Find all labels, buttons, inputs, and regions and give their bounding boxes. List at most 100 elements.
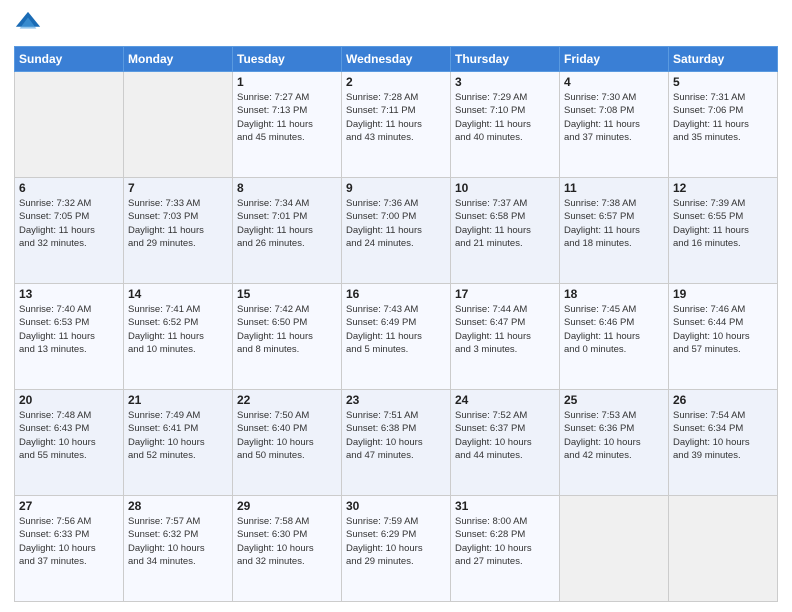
day-number: 16: [346, 287, 446, 301]
calendar-dow-tuesday: Tuesday: [233, 47, 342, 72]
day-info: Sunrise: 7:34 AMSunset: 7:01 PMDaylight:…: [237, 197, 337, 250]
calendar-cell: 16 Sunrise: 7:43 AMSunset: 6:49 PMDayligh…: [342, 284, 451, 390]
calendar-cell: 21 Sunrise: 7:49 AMSunset: 6:41 PMDayligh…: [124, 390, 233, 496]
logo-icon: [14, 10, 42, 38]
day-number: 2: [346, 75, 446, 89]
day-number: 5: [673, 75, 773, 89]
day-info: Sunrise: 7:57 AMSunset: 6:32 PMDaylight:…: [128, 515, 228, 568]
calendar-cell: 25Sunrise: 7:53 AMSunset: 6:36 PMDayligh…: [560, 390, 669, 496]
calendar-cell: 24 Sunrise: 7:52 AMSunset: 6:37 PMDayligh…: [451, 390, 560, 496]
calendar-cell: 22 Sunrise: 7:50 AMSunset: 6:40 PMDayligh…: [233, 390, 342, 496]
day-number: 20: [19, 393, 119, 407]
day-info: Sunrise: 7:45 AMSunset: 6:46 PMDaylight:…: [564, 303, 664, 356]
day-number: 28: [128, 499, 228, 513]
day-info: Sunrise: 7:43 AMSunset: 6:49 PMDaylight:…: [346, 303, 446, 356]
day-number: 1: [237, 75, 337, 89]
day-info: Sunrise: 7:39 AMSunset: 6:55 PMDaylight:…: [673, 197, 773, 250]
calendar-dow-saturday: Saturday: [669, 47, 778, 72]
calendar-cell: 31 Sunrise: 8:00 AMSunset: 6:28 PMDayligh…: [451, 496, 560, 602]
day-number: 25: [564, 393, 664, 407]
calendar-table: SundayMondayTuesdayWednesdayThursdayFrid…: [14, 46, 778, 602]
calendar-cell: [560, 496, 669, 602]
calendar-cell: [124, 72, 233, 178]
day-number: 4: [564, 75, 664, 89]
calendar-cell: 14 Sunrise: 7:41 AMSunset: 6:52 PMDayligh…: [124, 284, 233, 390]
calendar-cell: 20Sunrise: 7:48 AMSunset: 6:43 PMDayligh…: [15, 390, 124, 496]
calendar-cell: 5 Sunrise: 7:31 AMSunset: 7:06 PMDaylight…: [669, 72, 778, 178]
day-number: 24: [455, 393, 555, 407]
calendar-cell: 8 Sunrise: 7:34 AMSunset: 7:01 PMDaylight…: [233, 178, 342, 284]
day-number: 13: [19, 287, 119, 301]
day-number: 18: [564, 287, 664, 301]
day-info: Sunrise: 7:52 AMSunset: 6:37 PMDaylight:…: [455, 409, 555, 462]
day-info: Sunrise: 7:31 AMSunset: 7:06 PMDaylight:…: [673, 91, 773, 144]
day-number: 27: [19, 499, 119, 513]
day-info: Sunrise: 7:29 AMSunset: 7:10 PMDaylight:…: [455, 91, 555, 144]
calendar-cell: 17Sunrise: 7:44 AMSunset: 6:47 PMDayligh…: [451, 284, 560, 390]
day-number: 21: [128, 393, 228, 407]
calendar-cell: 1 Sunrise: 7:27 AMSunset: 7:13 PMDaylight…: [233, 72, 342, 178]
day-info: Sunrise: 7:51 AMSunset: 6:38 PMDaylight:…: [346, 409, 446, 462]
calendar-cell: 11 Sunrise: 7:38 AMSunset: 6:57 PMDayligh…: [560, 178, 669, 284]
calendar-cell: 10 Sunrise: 7:37 AMSunset: 6:58 PMDayligh…: [451, 178, 560, 284]
day-info: Sunrise: 8:00 AMSunset: 6:28 PMDaylight:…: [455, 515, 555, 568]
calendar-cell: 15 Sunrise: 7:42 AMSunset: 6:50 PMDayligh…: [233, 284, 342, 390]
day-number: 12: [673, 181, 773, 195]
day-info: Sunrise: 7:54 AMSunset: 6:34 PMDaylight:…: [673, 409, 773, 462]
day-number: 10: [455, 181, 555, 195]
day-number: 22: [237, 393, 337, 407]
logo: [14, 10, 46, 38]
day-number: 14: [128, 287, 228, 301]
day-info: Sunrise: 7:32 AMSunset: 7:05 PMDaylight:…: [19, 197, 119, 250]
day-info: Sunrise: 7:28 AMSunset: 7:11 PMDaylight:…: [346, 91, 446, 144]
calendar-cell: 3 Sunrise: 7:29 AMSunset: 7:10 PMDaylight…: [451, 72, 560, 178]
calendar-cell: 12 Sunrise: 7:39 AMSunset: 6:55 PMDayligh…: [669, 178, 778, 284]
calendar-cell: 29Sunrise: 7:58 AMSunset: 6:30 PMDayligh…: [233, 496, 342, 602]
day-info: Sunrise: 7:49 AMSunset: 6:41 PMDaylight:…: [128, 409, 228, 462]
calendar-cell: 6 Sunrise: 7:32 AMSunset: 7:05 PMDaylight…: [15, 178, 124, 284]
calendar-week-5: 27 Sunrise: 7:56 AMSunset: 6:33 PMDayligh…: [15, 496, 778, 602]
day-info: Sunrise: 7:38 AMSunset: 6:57 PMDaylight:…: [564, 197, 664, 250]
calendar-week-4: 20Sunrise: 7:48 AMSunset: 6:43 PMDayligh…: [15, 390, 778, 496]
day-number: 11: [564, 181, 664, 195]
day-info: Sunrise: 7:56 AMSunset: 6:33 PMDaylight:…: [19, 515, 119, 568]
calendar-cell: 7 Sunrise: 7:33 AMSunset: 7:03 PMDaylight…: [124, 178, 233, 284]
calendar-cell: [15, 72, 124, 178]
calendar-cell: [669, 496, 778, 602]
calendar-week-1: 1 Sunrise: 7:27 AMSunset: 7:13 PMDaylight…: [15, 72, 778, 178]
day-info: Sunrise: 7:50 AMSunset: 6:40 PMDaylight:…: [237, 409, 337, 462]
calendar-header-row: SundayMondayTuesdayWednesdayThursdayFrid…: [15, 47, 778, 72]
day-number: 15: [237, 287, 337, 301]
day-info: Sunrise: 7:58 AMSunset: 6:30 PMDaylight:…: [237, 515, 337, 568]
day-info: Sunrise: 7:30 AMSunset: 7:08 PMDaylight:…: [564, 91, 664, 144]
day-info: Sunrise: 7:59 AMSunset: 6:29 PMDaylight:…: [346, 515, 446, 568]
calendar-cell: 4 Sunrise: 7:30 AMSunset: 7:08 PMDaylight…: [560, 72, 669, 178]
day-number: 6: [19, 181, 119, 195]
day-number: 30: [346, 499, 446, 513]
day-info: Sunrise: 7:33 AMSunset: 7:03 PMDaylight:…: [128, 197, 228, 250]
day-number: 9: [346, 181, 446, 195]
page-header: [14, 10, 778, 38]
day-number: 31: [455, 499, 555, 513]
calendar-cell: 18 Sunrise: 7:45 AMSunset: 6:46 PMDayligh…: [560, 284, 669, 390]
calendar-cell: 28 Sunrise: 7:57 AMSunset: 6:32 PMDayligh…: [124, 496, 233, 602]
day-number: 3: [455, 75, 555, 89]
day-info: Sunrise: 7:41 AMSunset: 6:52 PMDaylight:…: [128, 303, 228, 356]
calendar-cell: 13 Sunrise: 7:40 AMSunset: 6:53 PMDayligh…: [15, 284, 124, 390]
day-number: 7: [128, 181, 228, 195]
day-info: Sunrise: 7:37 AMSunset: 6:58 PMDaylight:…: [455, 197, 555, 250]
day-info: Sunrise: 7:44 AMSunset: 6:47 PMDaylight:…: [455, 303, 555, 356]
day-info: Sunrise: 7:40 AMSunset: 6:53 PMDaylight:…: [19, 303, 119, 356]
calendar-week-3: 13 Sunrise: 7:40 AMSunset: 6:53 PMDayligh…: [15, 284, 778, 390]
day-info: Sunrise: 7:27 AMSunset: 7:13 PMDaylight:…: [237, 91, 337, 144]
calendar-cell: 26Sunrise: 7:54 AMSunset: 6:34 PMDayligh…: [669, 390, 778, 496]
calendar-dow-thursday: Thursday: [451, 47, 560, 72]
calendar-cell: 2 Sunrise: 7:28 AMSunset: 7:11 PMDaylight…: [342, 72, 451, 178]
calendar-week-2: 6 Sunrise: 7:32 AMSunset: 7:05 PMDaylight…: [15, 178, 778, 284]
day-number: 8: [237, 181, 337, 195]
calendar-dow-wednesday: Wednesday: [342, 47, 451, 72]
calendar-cell: 19Sunrise: 7:46 AMSunset: 6:44 PMDayligh…: [669, 284, 778, 390]
calendar-cell: 30 Sunrise: 7:59 AMSunset: 6:29 PMDayligh…: [342, 496, 451, 602]
calendar-dow-sunday: Sunday: [15, 47, 124, 72]
day-info: Sunrise: 7:42 AMSunset: 6:50 PMDaylight:…: [237, 303, 337, 356]
